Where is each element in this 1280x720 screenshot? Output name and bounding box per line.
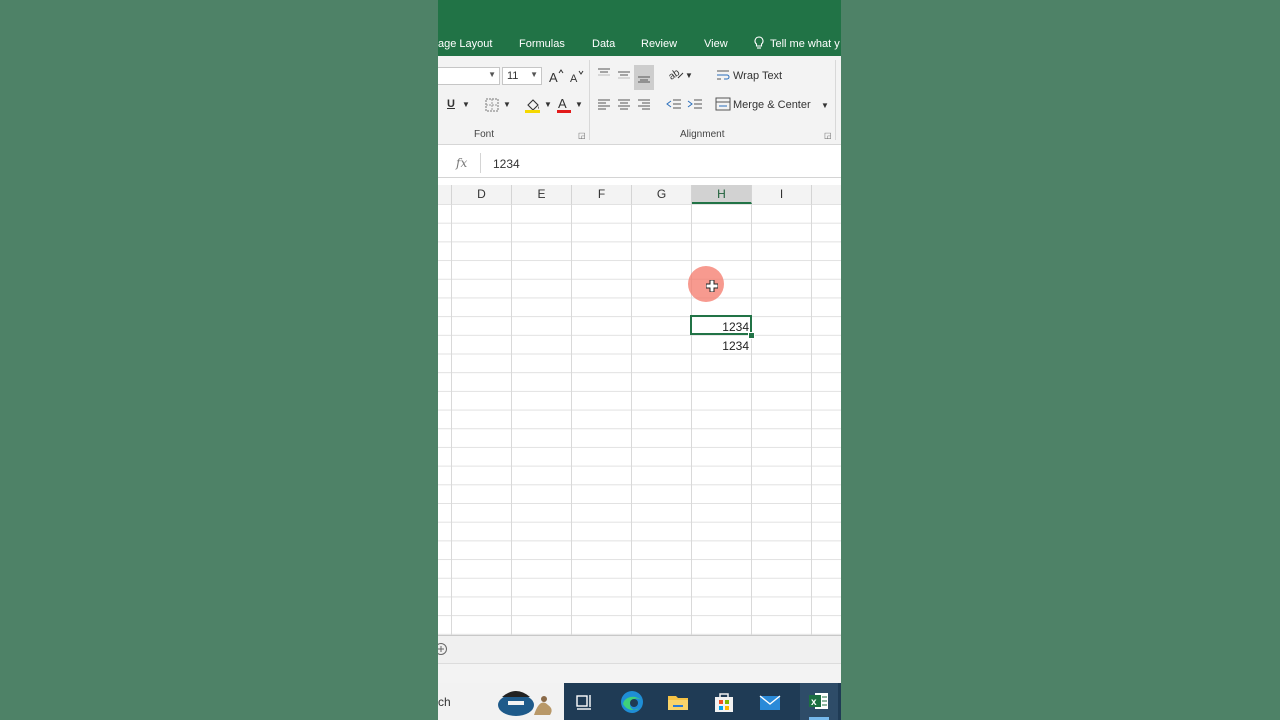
group-separator	[835, 60, 836, 140]
increase-font-icon[interactable]: A	[548, 68, 564, 89]
font-dialog-launcher-icon[interactable]: ◲	[578, 131, 586, 140]
tab-page-layout[interactable]: age Layout	[438, 38, 492, 50]
ribbon-tab-bar: age Layout Formulas Data Review View Tel…	[438, 0, 841, 56]
fx-icon[interactable]: fx	[456, 156, 467, 170]
group-separator	[589, 60, 590, 140]
tell-me-search[interactable]: Tell me what y	[770, 38, 840, 50]
svg-text:A: A	[549, 70, 558, 84]
cell-cursor-icon	[705, 279, 719, 297]
grid-line	[751, 204, 752, 635]
grid-line	[691, 204, 692, 635]
windows-taskbar: ch x	[438, 683, 841, 720]
chevron-down-icon[interactable]: ▼	[544, 100, 552, 109]
tab-review[interactable]: Review	[641, 38, 677, 50]
column-header-g[interactable]: G	[632, 185, 692, 204]
orientation-icon[interactable]: ab	[667, 66, 685, 87]
column-header-partial[interactable]	[438, 185, 452, 204]
font-name-combo[interactable]: ▼	[438, 67, 500, 85]
cell-h-below-value[interactable]: 1234	[693, 339, 749, 353]
align-middle-icon[interactable]	[616, 66, 632, 87]
chevron-down-icon[interactable]: ▼	[821, 101, 829, 110]
store-icon[interactable]	[709, 687, 739, 717]
grid-line	[811, 204, 812, 635]
tab-data[interactable]: Data	[592, 38, 615, 50]
edge-icon[interactable]	[617, 687, 647, 717]
chevron-down-icon: ▼	[530, 70, 538, 79]
mail-icon[interactable]	[755, 687, 785, 717]
column-header-e[interactable]: E	[512, 185, 572, 204]
column-header-h[interactable]: H	[692, 185, 752, 204]
chevron-down-icon[interactable]: ▼	[503, 100, 511, 109]
chevron-down-icon[interactable]: ▼	[575, 100, 583, 109]
ribbon: ▼ 11 ▼ A A U ▼ ▼ ▼ A ▼ Font ◲ ab ▼ Wrap …	[438, 56, 841, 145]
column-headers: D E F G H I	[438, 185, 841, 205]
sheet-tab-bar	[438, 635, 841, 664]
wrap-text-icon[interactable]	[715, 68, 731, 87]
fill-color-icon[interactable]	[524, 96, 542, 119]
grid-line	[631, 204, 632, 635]
merge-center-button[interactable]: Merge & Center	[733, 99, 811, 111]
grid-line	[451, 204, 452, 635]
font-group-label: Font	[474, 129, 495, 140]
alignment-dialog-launcher-icon[interactable]: ◲	[824, 131, 832, 140]
increase-indent-icon[interactable]	[686, 97, 704, 116]
taskbar-search-box[interactable]: ch	[438, 683, 564, 720]
svg-text:x: x	[811, 697, 817, 708]
column-header-f[interactable]: F	[572, 185, 632, 204]
decrease-indent-icon[interactable]	[665, 97, 683, 116]
search-highlight-icon[interactable]	[494, 685, 560, 720]
add-sheet-icon[interactable]	[438, 642, 448, 661]
underline-button[interactable]: U	[447, 98, 455, 110]
formula-bar: fx 1234	[438, 150, 841, 178]
align-left-icon[interactable]	[596, 97, 612, 116]
tab-formulas[interactable]: Formulas	[519, 38, 565, 50]
column-header-i[interactable]: I	[752, 185, 812, 204]
align-right-icon[interactable]	[636, 97, 652, 116]
excel-icon[interactable]: x	[800, 683, 838, 720]
formula-bar-separator	[480, 153, 481, 173]
tab-view[interactable]: View	[704, 38, 728, 50]
status-bar	[438, 663, 841, 684]
grid-line	[511, 204, 512, 635]
svg-text:A: A	[558, 96, 567, 111]
chevron-down-icon: ▼	[488, 70, 496, 79]
cell-h-value[interactable]: 1234	[693, 320, 749, 334]
cell-grid[interactable]: 1234 1234	[438, 204, 841, 635]
align-center-icon[interactable]	[616, 97, 632, 116]
formula-input[interactable]: 1234	[493, 157, 520, 171]
file-explorer-icon[interactable]	[663, 687, 693, 717]
svg-text:A: A	[570, 73, 578, 84]
lightbulb-icon	[753, 36, 765, 56]
font-size-combo[interactable]: 11 ▼	[502, 67, 542, 85]
column-header-j-partial[interactable]	[812, 185, 841, 204]
alignment-group-label: Alignment	[680, 129, 725, 140]
fill-handle[interactable]	[748, 332, 755, 339]
align-bottom-icon[interactable]	[634, 65, 654, 90]
chevron-down-icon[interactable]: ▼	[462, 100, 470, 109]
font-color-icon[interactable]: A	[556, 96, 572, 119]
svg-text:ab: ab	[667, 67, 682, 82]
search-text: ch	[438, 695, 451, 709]
chevron-down-icon[interactable]: ▼	[685, 71, 693, 80]
borders-icon[interactable]	[484, 97, 500, 118]
excel-window: age Layout Formulas Data Review View Tel…	[438, 0, 841, 720]
wrap-text-button[interactable]: Wrap Text	[733, 70, 782, 82]
grid-line	[571, 204, 572, 635]
column-header-d[interactable]: D	[452, 185, 512, 204]
decrease-font-icon[interactable]: A	[569, 68, 585, 89]
task-view-icon[interactable]	[570, 687, 600, 717]
merge-center-icon[interactable]	[715, 97, 731, 116]
align-top-icon[interactable]	[596, 66, 612, 87]
